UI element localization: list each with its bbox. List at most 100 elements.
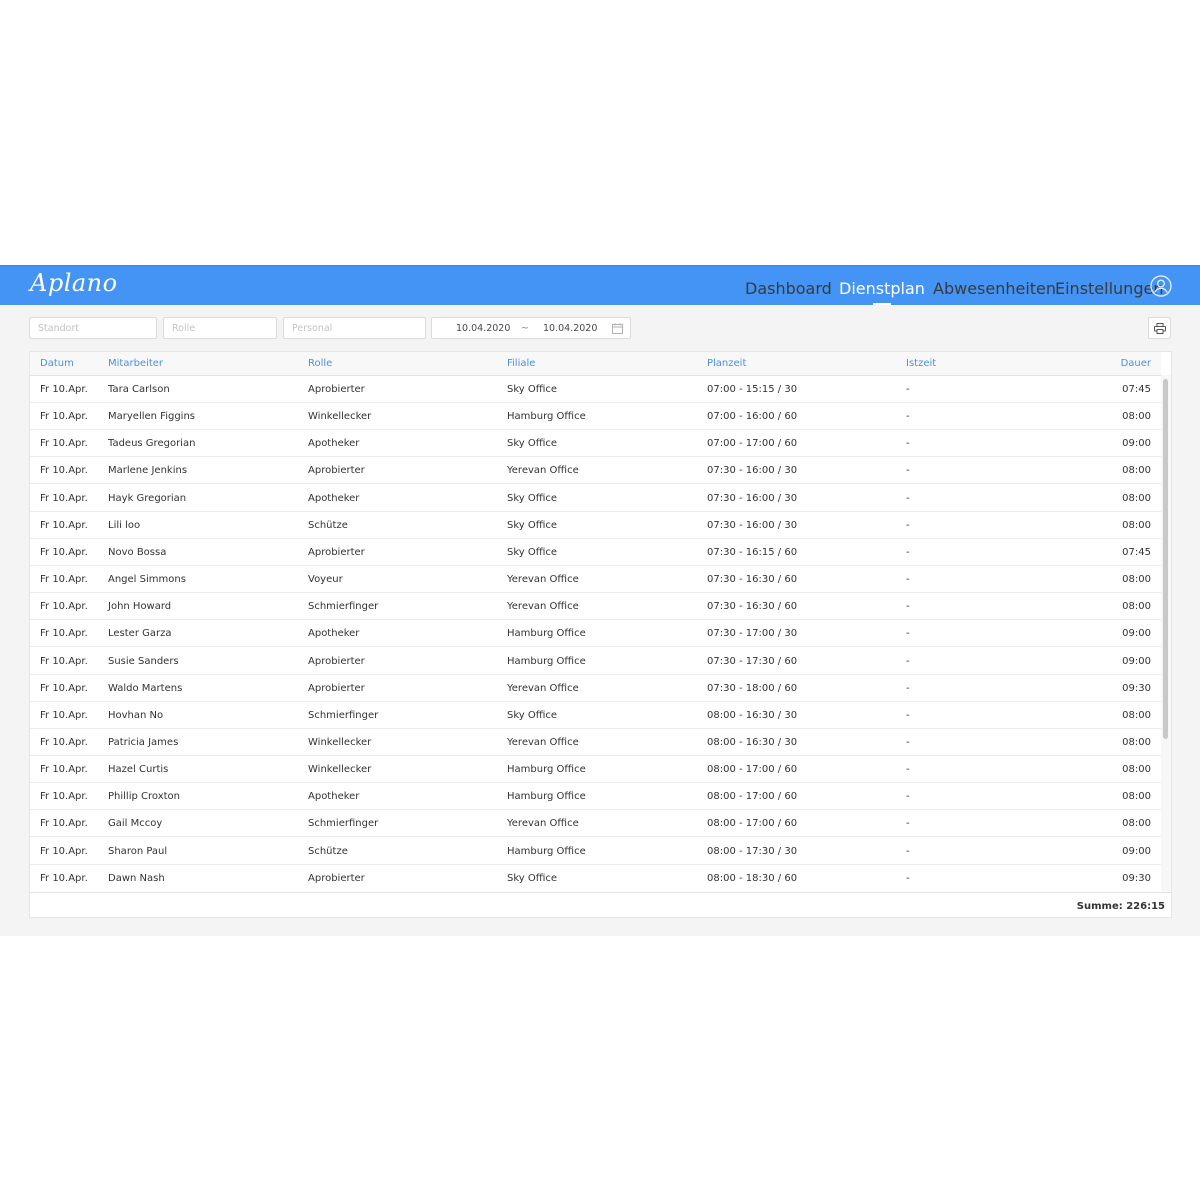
date-range-picker[interactable]: 10.04.2020 ~ 10.04.2020 (431, 317, 631, 339)
cell-datum: Fr 10.Apr. (40, 492, 88, 504)
cell-dauer: 08:00 (1122, 465, 1151, 477)
col-mitarbeiter[interactable]: Mitarbeiter (108, 358, 163, 369)
cell-dauer: 09:00 (1122, 845, 1151, 857)
col-dauer[interactable]: Dauer (1121, 358, 1151, 369)
app-logo[interactable]: Aplano (30, 269, 118, 297)
nav-abwesenheiten[interactable]: Abwesenheiten (933, 279, 1056, 298)
cell-mitarbeiter: Gail Mccoy (108, 818, 163, 830)
col-istzeit[interactable]: Istzeit (906, 358, 936, 369)
table-row[interactable]: Fr 10.Apr. Susie Sanders Aprobierter Hambur… (30, 648, 1161, 675)
date-from[interactable]: 10.04.2020 (456, 323, 510, 334)
col-datum[interactable]: Datum (40, 358, 74, 369)
nav-einstellungen[interactable]: Einstellungen (1055, 279, 1163, 298)
cell-datum: Fr 10.Apr. (40, 791, 88, 803)
cell-planzeit: 07:30 - 18:00 / 60 (707, 682, 798, 694)
cell-istzeit: - (906, 791, 910, 803)
cell-rolle: Schmierfinger (308, 709, 379, 721)
table-row[interactable]: Fr 10.Apr. Sharon Paul Schütze Hamburg Offi… (30, 838, 1161, 865)
cell-planzeit: 08:00 - 18:30 / 60 (707, 872, 798, 884)
cell-mitarbeiter: Sharon Paul (108, 845, 168, 857)
cell-planzeit: 08:00 - 17:30 / 30 (707, 845, 798, 857)
cell-filiale: Sky Office (507, 519, 558, 531)
table-scrollbar[interactable] (1161, 375, 1171, 891)
cell-datum: Fr 10.Apr. (40, 682, 88, 694)
cell-datum: Fr 10.Apr. (40, 818, 88, 830)
cell-istzeit: - (906, 709, 910, 721)
cell-planzeit: 07:00 - 17:00 / 60 (707, 438, 798, 450)
cell-planzeit: 07:00 - 16:00 / 60 (707, 411, 798, 423)
cell-rolle: Aprobierter (308, 872, 365, 884)
cell-rolle: Winkellecker (308, 764, 372, 776)
cell-dauer: 09:00 (1122, 628, 1151, 640)
table-row[interactable]: Fr 10.Apr. John Howard Schmierfinger Yereva… (30, 593, 1161, 621)
table-row[interactable]: Fr 10.Apr. Dawn Nash Aprobierter Sky Office… (30, 865, 1161, 891)
cell-dauer: 08:00 (1122, 601, 1151, 613)
col-planzeit[interactable]: Planzeit (707, 358, 746, 369)
table-row[interactable]: Fr 10.Apr. Tara Carlson Aprobierter Sky Off… (30, 376, 1161, 403)
user-profile-icon[interactable] (1150, 275, 1172, 297)
cell-dauer: 07:45 (1122, 384, 1151, 395)
cell-filiale: Yerevan Office (507, 601, 579, 613)
cell-istzeit: - (906, 872, 910, 884)
nav-dashboard[interactable]: Dashboard (745, 279, 832, 298)
cell-mitarbeiter: Lester Garza (108, 628, 172, 640)
cell-dauer: 08:00 (1122, 411, 1151, 423)
standort-select[interactable] (29, 317, 157, 339)
cell-datum: Fr 10.Apr. (40, 845, 88, 857)
rolle-select[interactable] (163, 317, 277, 339)
cell-istzeit: - (906, 845, 910, 857)
cell-dauer: 09:00 (1122, 655, 1151, 667)
scrollbar-thumb[interactable] (1163, 379, 1168, 739)
table-row[interactable]: Fr 10.Apr. Lester Garza Apotheker Hamburg O… (30, 620, 1161, 648)
cell-datum: Fr 10.Apr. (40, 601, 88, 613)
summe-total: Summe: 226:15 (1076, 901, 1165, 912)
cell-mitarbeiter: Hayk Gregorian (108, 492, 187, 504)
cell-istzeit: - (906, 628, 910, 640)
cell-planzeit: 07:30 - 17:30 / 60 (707, 655, 798, 667)
cell-rolle: Aprobierter (308, 682, 365, 694)
table-row[interactable]: Fr 10.Apr. Maryellen Figgins Winkellecker H… (30, 403, 1161, 431)
cell-filiale: Sky Office (507, 872, 558, 884)
cell-mitarbeiter: Lili loo (108, 519, 141, 531)
cell-istzeit: - (906, 384, 910, 395)
cell-dauer: 08:00 (1122, 764, 1151, 776)
table-row[interactable]: Fr 10.Apr. Patricia James Winkellecker Yere… (30, 729, 1161, 756)
table-row[interactable]: Fr 10.Apr. Lili loo Schütze Sky Office 07:30… (30, 512, 1161, 539)
table-row[interactable]: Fr 10.Apr. Hayk Gregorian Apotheker Sky Off… (30, 485, 1161, 512)
cell-filiale: Sky Office (507, 492, 558, 504)
table-row[interactable]: Fr 10.Apr. Marlene Jenkins Aprobierter Yere… (30, 457, 1161, 485)
cell-rolle: Schmierfinger (308, 601, 379, 613)
date-separator: ~ (521, 323, 529, 334)
cell-dauer: 07:45 (1122, 546, 1151, 558)
table-row[interactable]: Fr 10.Apr. Gail Mccoy Schmierfinger Yerevan… (30, 810, 1161, 838)
cell-dauer: 08:00 (1122, 519, 1151, 531)
cell-rolle: Winkellecker (308, 411, 372, 423)
date-to[interactable]: 10.04.2020 (543, 323, 597, 334)
print-button[interactable] (1148, 317, 1171, 339)
cell-planzeit: 07:30 - 16:30 / 60 (707, 574, 798, 586)
table-row[interactable]: Fr 10.Apr. Waldo Martens Aprobierter Yereva… (30, 675, 1161, 702)
cell-filiale: Yerevan Office (507, 682, 579, 694)
table-body: Fr 10.Apr. Tara Carlson Aprobierter Sky Off… (30, 376, 1161, 891)
cell-planzeit: 07:00 - 15:15 / 30 (707, 384, 798, 395)
nav-dienstplan[interactable]: Dienstplan (839, 279, 925, 305)
table-row[interactable]: Fr 10.Apr. Hovhan No Schmierfinger Sky Offi… (30, 702, 1161, 729)
personal-select[interactable] (283, 317, 426, 339)
table-row[interactable]: Fr 10.Apr. Hazel Curtis Winkellecker Hambur… (30, 756, 1161, 784)
table-row[interactable]: Fr 10.Apr. Angel Simmons Voyeur Yerevan Off… (30, 566, 1161, 594)
col-filiale[interactable]: Filiale (507, 358, 535, 369)
cell-istzeit: - (906, 736, 910, 748)
cell-rolle: Apotheker (308, 492, 360, 504)
cell-istzeit: - (906, 492, 910, 504)
cell-istzeit: - (906, 411, 910, 423)
cell-datum: Fr 10.Apr. (40, 655, 88, 667)
table-row[interactable]: Fr 10.Apr. Phillip Croxton Apotheker Hambur… (30, 783, 1161, 811)
table-row[interactable]: Fr 10.Apr. Tadeus Gregorian Apotheker Sky O… (30, 430, 1161, 458)
table-row[interactable]: Fr 10.Apr. Novo Bossa Aprobierter Sky Offic… (30, 539, 1161, 566)
cell-dauer: 09:30 (1122, 872, 1151, 884)
cell-filiale: Hamburg Office (507, 655, 586, 667)
cell-dauer: 08:00 (1122, 574, 1151, 586)
cell-istzeit: - (906, 465, 910, 477)
col-rolle[interactable]: Rolle (308, 358, 332, 369)
calendar-icon[interactable] (612, 323, 623, 334)
